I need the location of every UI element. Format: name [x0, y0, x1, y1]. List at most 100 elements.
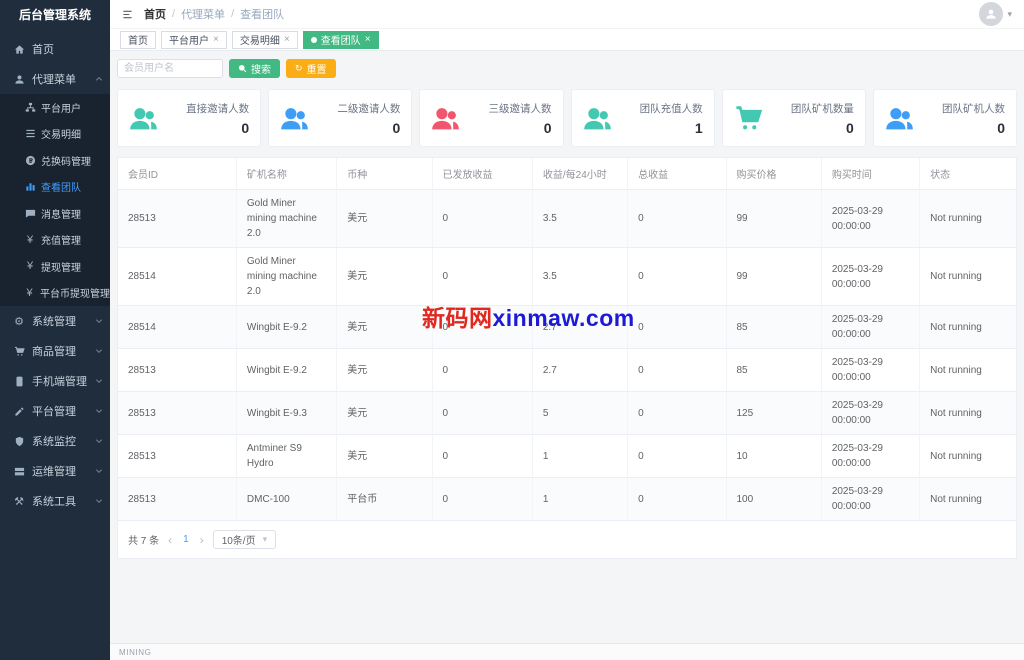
breadcrumb-item[interactable]: 首页: [144, 6, 166, 22]
current-page[interactable]: 1: [181, 534, 191, 545]
close-icon[interactable]: ×: [284, 34, 290, 45]
table-cell: 2025-03-29 00:00:00: [821, 348, 921, 392]
sidebar-item[interactable]: ¥ 平台币提现管理: [0, 280, 110, 307]
table-cell: 5: [532, 391, 629, 435]
column-header: 币种: [336, 158, 433, 190]
users-icon: [583, 104, 612, 133]
column-header: 状态: [919, 158, 1016, 190]
sidebar-item[interactable]: 消息管理: [0, 200, 110, 227]
breadcrumb-item[interactable]: 代理菜单: [181, 6, 225, 22]
tools-icon: ⚒: [14, 495, 24, 508]
table-cell: 1: [532, 434, 629, 478]
sidebar-item[interactable]: 平台用户: [0, 94, 110, 121]
stat-card: 团队矿机人数 0: [872, 89, 1017, 147]
hamburger-menu-icon[interactable]: [122, 9, 133, 20]
table-row: 28513 DMC-100 平台币 0 1 0 100 2025-03-29 00:00:00…: [118, 477, 1016, 521]
page-size-select[interactable]: 10条/页 ▾: [212, 530, 277, 549]
chevron-down-icon: [95, 407, 103, 415]
table-cell: 28513: [118, 391, 237, 435]
stat-card-label: 三级邀请人数: [488, 102, 552, 115]
stat-card: 团队矿机数量 0: [721, 89, 866, 147]
sidebar: 后台管理系统 首页 代理菜单 平台用户 交易明细 兑换码管理 查看团队 消息管理 ¥ 充值管理 ¥…: [0, 0, 110, 660]
table-cell: Not running: [919, 434, 1016, 478]
table-cell: 85: [726, 305, 822, 349]
chevron-down-icon: [95, 497, 103, 505]
next-page-button[interactable]: ›: [200, 534, 204, 546]
tab-label: 平台用户: [169, 36, 209, 47]
pagination-total: 共 7 条: [128, 536, 160, 547]
table-cell: 0: [627, 247, 727, 306]
sidebar-item[interactable]: 代理菜单: [0, 64, 110, 94]
breadcrumb-separator: /: [231, 8, 235, 20]
app-title: 后台管理系统: [18, 8, 91, 22]
table-row: 28513 Wingbit E-9.2 美元 0 2.7 0 85 2025-03-29 00…: [118, 348, 1016, 392]
sidebar-item-label: 商品管理: [32, 346, 76, 358]
sidebar-item-label: 系统管理: [32, 316, 76, 328]
app-window: 后台管理系统 首页 代理菜单 平台用户 交易明细 兑换码管理 查看团队 消息管理 ¥ 充值管理 ¥…: [0, 0, 1024, 660]
tab-查看团队[interactable]: 查看团队 ×: [302, 30, 379, 49]
users-icon: [280, 104, 309, 133]
column-header: 购买价格: [726, 158, 822, 190]
sidebar-item[interactable]: 手机端管理: [0, 366, 110, 396]
table-cell: 28513: [118, 434, 237, 478]
pagination: 共 7 条 ‹ 1 › 10条/页 ▾: [118, 521, 1016, 558]
table-row: 28514 Gold Miner mining machine 2.0 美元 0 3.5…: [118, 247, 1016, 306]
stat-card-value: 0: [392, 119, 401, 136]
tab-交易明细[interactable]: 交易明细 ×: [231, 30, 298, 49]
sidebar-item[interactable]: 交易明细: [0, 121, 110, 148]
stat-card-text: 团队充值人数 1: [640, 101, 703, 136]
sidebar-item[interactable]: 平台管理: [0, 396, 110, 426]
prev-page-button[interactable]: ‹: [168, 534, 172, 546]
search-icon: [238, 64, 247, 73]
stat-card-text: 二级邀请人数 0: [337, 101, 400, 136]
sidebar-item-label: 手机端管理: [32, 376, 87, 388]
table-row: 28513 Wingbit E-9.3 美元 0 5 0 125 2025-03-29 00:…: [118, 391, 1016, 435]
sidebar-item-label: 交易明细: [41, 130, 81, 142]
chevron-down-icon: [95, 437, 103, 445]
stat-card-value: 0: [846, 119, 854, 136]
table-cell: 2025-03-29 00:00:00: [821, 305, 921, 349]
stat-card-label: 团队充值人数: [639, 102, 703, 115]
table-cell: 1: [532, 477, 629, 521]
sidebar-item-label: 平台币提现管理: [40, 289, 110, 301]
search-toolbar: 搜索 ↻ 重置: [117, 59, 1017, 78]
tab-label: 交易明细: [239, 36, 280, 47]
sidebar-item[interactable]: 兑换码管理: [0, 147, 110, 174]
table-cell: 28513: [118, 189, 237, 248]
sidebar-item[interactable]: 系统监控: [0, 426, 110, 456]
chevron-down-icon: [95, 377, 103, 385]
table-cell: 美元: [336, 305, 433, 349]
avatar[interactable]: [979, 2, 1004, 26]
sidebar-item[interactable]: 商品管理: [0, 336, 110, 366]
bar-chart-icon: [24, 181, 36, 192]
stat-cards: 直接邀请人数 0 二级邀请人数 0 三级邀请人数 0 团队充值人数 1 团队矿机数量 0 团队矿机人…: [117, 89, 1017, 147]
reset-button[interactable]: ↻ 重置: [286, 59, 336, 78]
sidebar-item[interactable]: 运维管理: [0, 456, 110, 486]
tab-平台用户[interactable]: 平台用户 ×: [161, 30, 227, 49]
sidebar-item[interactable]: ⚙ 系统管理: [0, 306, 110, 336]
close-icon[interactable]: ×: [213, 34, 219, 45]
sidebar-item[interactable]: ¥ 提现管理: [0, 253, 110, 280]
sidebar-item[interactable]: ¥ 充值管理: [0, 227, 110, 254]
search-input[interactable]: [117, 59, 223, 78]
close-icon[interactable]: ×: [365, 34, 371, 45]
caret-down-icon: ▾: [262, 534, 268, 544]
search-button[interactable]: 搜索: [229, 59, 280, 78]
table-cell: 99: [726, 189, 822, 248]
table-cell: 0: [432, 189, 533, 248]
reset-button-label: 重置: [306, 65, 327, 76]
footer-brand: MINING: [119, 647, 152, 657]
table-cell: Not running: [919, 348, 1016, 392]
sidebar-item[interactable]: 首页: [0, 34, 110, 64]
sidebar-item-label: 系统工具: [32, 496, 76, 508]
tab-首页[interactable]: 首页: [120, 30, 156, 49]
column-header: 矿机名称: [236, 158, 338, 190]
table-cell: Not running: [919, 247, 1016, 306]
sidebar-item[interactable]: ⚒ 系统工具: [0, 486, 110, 516]
chevron-down-icon: [95, 467, 103, 475]
table-cell: 28513: [118, 477, 237, 521]
sidebar-item[interactable]: 查看团队: [0, 174, 110, 201]
table-cell: 0: [432, 247, 533, 306]
table-cell: 0: [432, 391, 533, 435]
table-cell: 2025-03-29 00:00:00: [821, 477, 921, 521]
